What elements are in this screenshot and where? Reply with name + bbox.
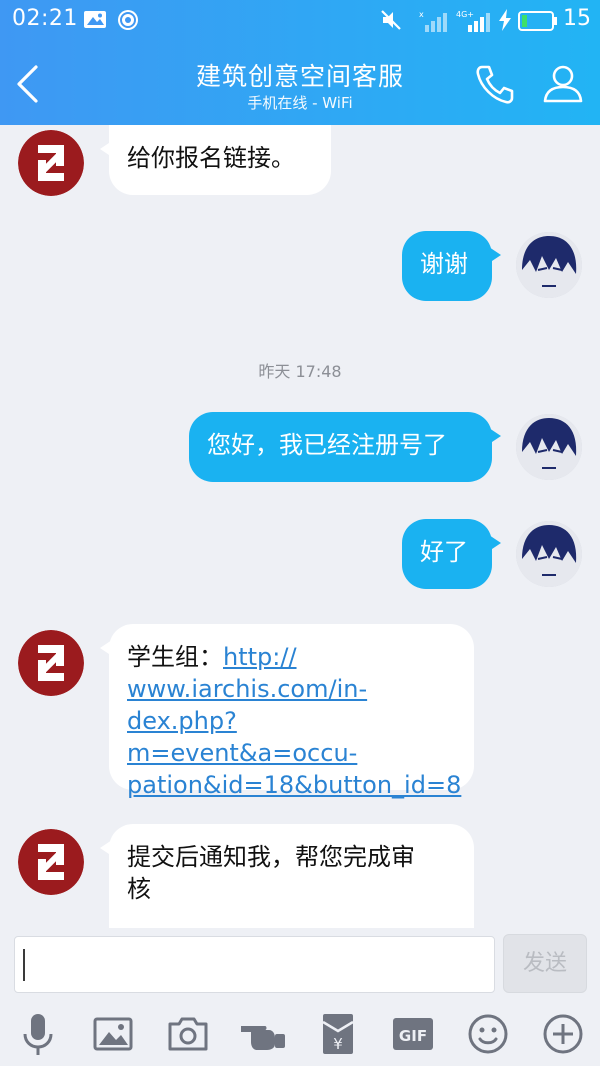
image-icon[interactable] — [89, 1010, 137, 1058]
battery-level: 15 — [563, 6, 591, 31]
service-avatar[interactable] — [18, 130, 84, 196]
registration-link[interactable]: http:// — [223, 643, 297, 671]
message-input[interactable] — [14, 936, 495, 993]
message-text: 谢谢 — [420, 250, 468, 278]
microphone-icon[interactable] — [14, 1010, 62, 1058]
anime-avatar-icon — [516, 521, 582, 587]
svg-text:x: x — [419, 10, 424, 19]
gallery-notification-icon — [84, 11, 106, 28]
brand-logo-icon — [18, 630, 84, 696]
svg-text:GIF: GIF — [399, 1027, 427, 1045]
user-avatar[interactable] — [516, 521, 582, 587]
charging-icon — [499, 9, 511, 31]
message-bubble[interactable]: 学生组：http:// www.iarchis.com/in- dex.php?… — [100, 624, 474, 799]
brand-logo-icon — [18, 130, 84, 196]
message-bubble[interactable]: 谢谢 — [402, 231, 501, 301]
registration-link[interactable]: dex.php?m=event&a=occu- — [127, 705, 456, 769]
anime-avatar-icon — [516, 232, 582, 298]
svg-text:¥: ¥ — [333, 1035, 343, 1053]
send-button[interactable]: 发送 — [503, 934, 587, 993]
svg-text:4G+: 4G+ — [456, 10, 474, 19]
message-text: 给你报名链接。 — [127, 144, 295, 172]
message-text: 学生组： — [127, 643, 223, 671]
chat-area[interactable]: 给你报名链接。 谢谢 昨天 17:48 您好，我已经注册号了 好了 学生组：ht… — [0, 125, 600, 928]
red-packet-icon[interactable]: ¥ — [314, 1010, 362, 1058]
anime-avatar-icon — [516, 414, 582, 480]
message-bubble[interactable]: 给你报名链接。 — [100, 125, 331, 195]
composer-toolbar: ¥ GIF — [0, 1010, 600, 1060]
text-caret — [23, 949, 25, 981]
registration-link[interactable]: pation&id=18&button_id=8 — [127, 769, 461, 801]
plus-icon[interactable] — [539, 1010, 587, 1058]
message-bubble[interactable]: 好了 — [402, 519, 501, 589]
mute-icon — [381, 10, 401, 30]
profile-icon[interactable] — [542, 62, 584, 104]
message-bubble[interactable]: 提交后通知我，帮您完成审 核 — [100, 824, 474, 928]
signal-icon: x — [419, 10, 447, 32]
message-text: 提交后通知我，帮您完成审 — [127, 843, 415, 871]
4g-signal-icon: 4G+ — [456, 10, 490, 32]
user-avatar[interactable] — [516, 232, 582, 298]
user-avatar[interactable] — [516, 414, 582, 480]
message-text: 好了 — [420, 538, 468, 566]
message-bubble[interactable]: 您好，我已经注册号了 — [189, 412, 501, 482]
service-avatar[interactable] — [18, 630, 84, 696]
phone-call-icon[interactable] — [473, 62, 517, 106]
gif-icon[interactable]: GIF — [389, 1010, 437, 1058]
camera-icon[interactable] — [164, 1010, 212, 1058]
pointing-hand-icon[interactable] — [239, 1010, 287, 1058]
service-avatar[interactable] — [18, 829, 84, 895]
battery-icon — [518, 11, 557, 31]
hotspot-icon — [118, 10, 138, 30]
emoji-icon[interactable] — [464, 1010, 512, 1058]
registration-link[interactable]: www.iarchis.com/in- — [127, 673, 456, 705]
message-timestamp: 昨天 17:48 — [258, 362, 342, 381]
status-time: 02:21 — [12, 6, 78, 31]
status-bar: 02:21 x 4G+ 15 — [0, 0, 600, 42]
composer: 发送 ¥ GIF — [0, 928, 600, 1066]
brand-logo-icon — [18, 829, 84, 895]
app-header: 02:21 x 4G+ 15 建筑创意空间客服 手机在线 - WiFi — [0, 0, 600, 125]
message-text: 您好，我已经注册号了 — [207, 431, 447, 459]
message-text: 核 — [127, 875, 151, 903]
